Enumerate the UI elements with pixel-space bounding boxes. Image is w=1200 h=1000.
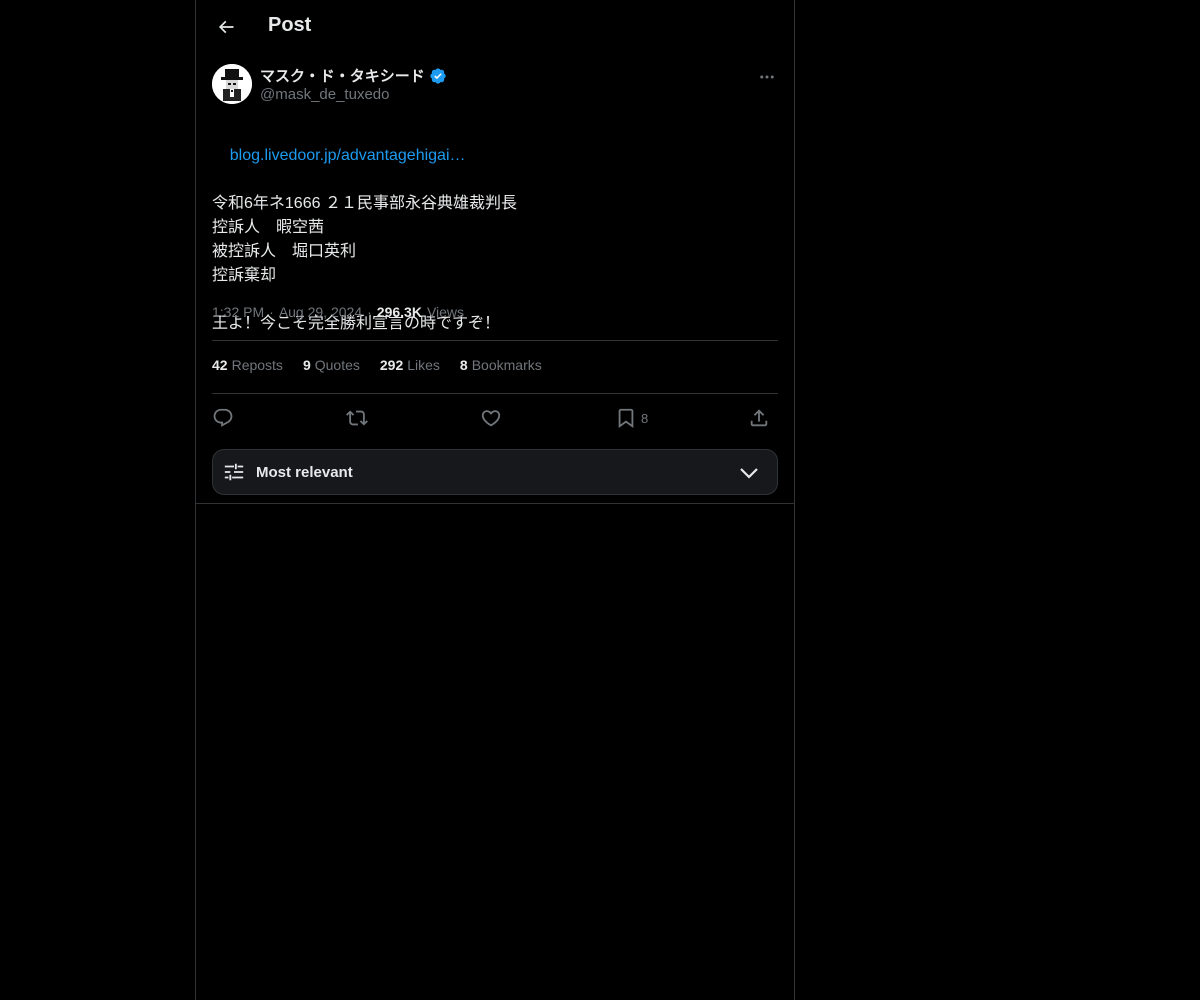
views-count: 296.3K bbox=[376, 304, 422, 320]
chevron-down-icon bbox=[740, 468, 758, 479]
likes-stat[interactable]: 292 Likes bbox=[380, 357, 440, 373]
main-column: Post マスク・ド・タキシード @mask_de_tuxedo blog.li… bbox=[195, 0, 795, 1000]
page-title: Post bbox=[268, 14, 312, 36]
verified-badge-icon bbox=[430, 67, 446, 84]
meta-separator: · bbox=[269, 304, 274, 320]
share-icon bbox=[750, 409, 768, 427]
repost-button[interactable] bbox=[346, 404, 368, 432]
sliders-icon bbox=[224, 463, 244, 481]
action-bar: 8 bbox=[212, 404, 778, 432]
divider bbox=[212, 393, 778, 394]
user-handle[interactable]: @mask_de_tuxedo bbox=[260, 86, 389, 103]
tweet-date[interactable]: Aug 29, 2024 bbox=[279, 304, 362, 320]
views-label: Views bbox=[426, 304, 465, 320]
display-name-row[interactable]: マスク・ド・タキシード bbox=[260, 65, 447, 86]
bookmarks-stat[interactable]: 8 Bookmarks bbox=[460, 357, 542, 373]
bookmark-count: 8 bbox=[641, 410, 649, 426]
more-options-button[interactable] bbox=[754, 64, 780, 90]
quotes-label: Quotes bbox=[314, 357, 360, 373]
likes-label: Likes bbox=[407, 357, 440, 373]
back-button[interactable] bbox=[212, 13, 240, 41]
quotes-count: 9 bbox=[302, 357, 311, 373]
bookmark-icon bbox=[618, 408, 634, 429]
engagement-stats: 42 Reposts 9 Quotes 292 Likes 8 Bookmarks bbox=[212, 357, 542, 373]
divider bbox=[212, 340, 778, 341]
tweet-text: blog.livedoor.jp/advantagehigai… 令和6年ネ16… bbox=[212, 120, 778, 384]
reposts-count: 42 bbox=[212, 357, 228, 373]
reply-icon bbox=[213, 408, 233, 427]
repost-icon bbox=[346, 410, 368, 426]
avatar-image-icon bbox=[212, 64, 252, 104]
bookmarks-label: Bookmarks bbox=[471, 357, 542, 373]
heart-icon bbox=[481, 410, 501, 427]
avatar[interactable] bbox=[212, 64, 252, 104]
like-button[interactable] bbox=[480, 404, 502, 432]
sort-label: Most relevant bbox=[256, 464, 353, 481]
bookmarks-count: 8 bbox=[459, 357, 468, 373]
tweet-link[interactable]: blog.livedoor.jp/advantagehigai… bbox=[230, 147, 466, 164]
reposts-label: Reposts bbox=[231, 357, 283, 373]
share-button[interactable] bbox=[748, 404, 770, 432]
likes-count: 292 bbox=[379, 357, 404, 373]
more-horizontal-icon bbox=[760, 75, 774, 79]
arrow-left-icon bbox=[218, 20, 234, 34]
tweet-author: マスク・ド・タキシード @mask_de_tuxedo bbox=[196, 54, 794, 114]
reply-button[interactable] bbox=[212, 404, 234, 432]
reply-sort-dropdown[interactable]: Most relevant bbox=[212, 449, 778, 495]
bookmark-button[interactable]: 8 bbox=[615, 404, 648, 432]
display-name: マスク・ド・タキシード bbox=[260, 68, 425, 85]
tweet-meta: 1:32 PM · Aug 29, 2024 · 296.3K Views bbox=[212, 304, 464, 320]
tweet-time[interactable]: 1:32 PM bbox=[212, 304, 264, 320]
divider bbox=[196, 503, 794, 504]
quotes-stat[interactable]: 9 Quotes bbox=[303, 357, 360, 373]
meta-separator: · bbox=[367, 304, 372, 320]
page-header: Post bbox=[196, 0, 794, 54]
reposts-stat[interactable]: 42 Reposts bbox=[212, 357, 283, 373]
